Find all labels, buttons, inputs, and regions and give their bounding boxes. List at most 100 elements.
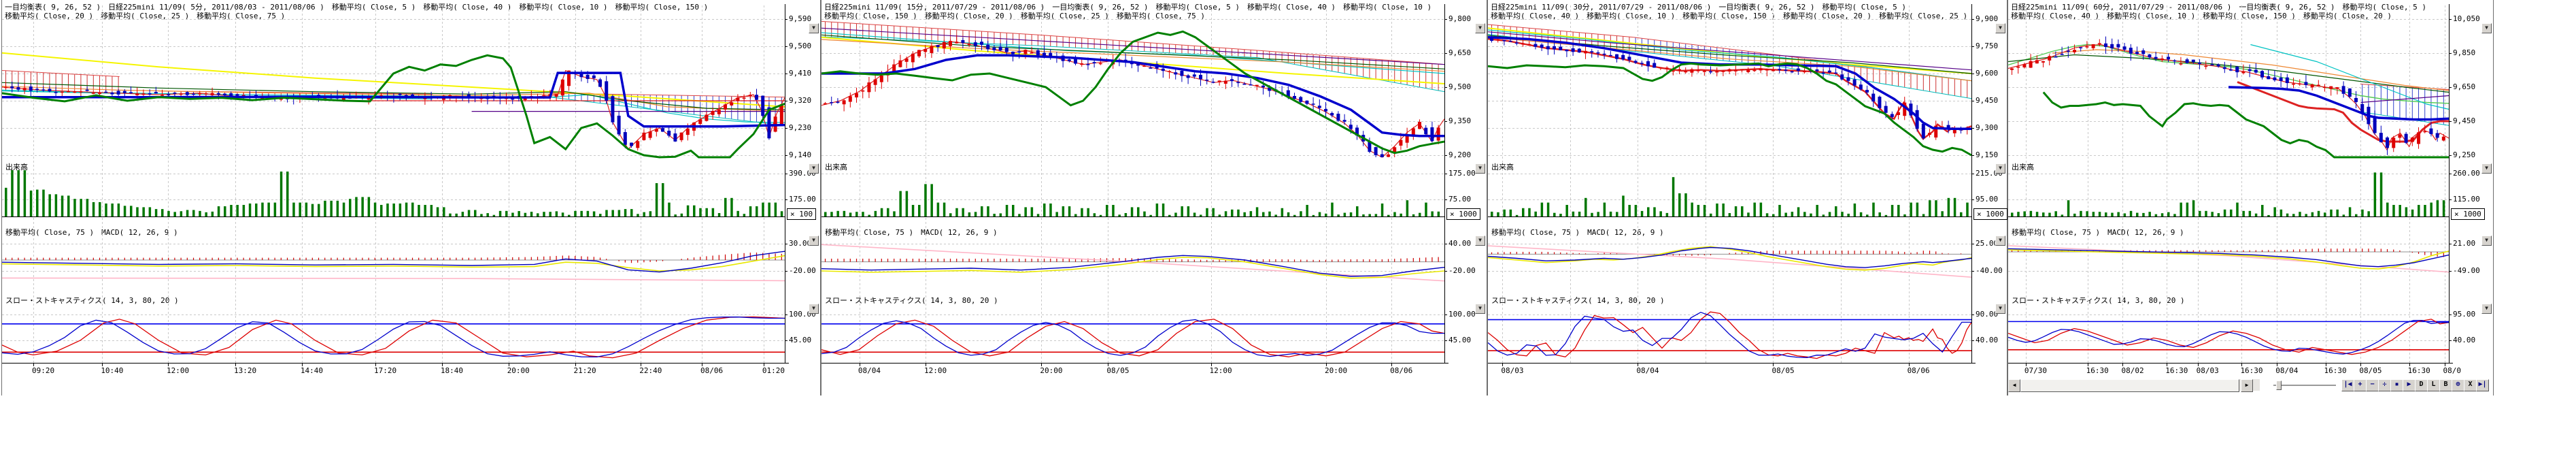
- chart-tool-button-5[interactable]: ▶: [2403, 379, 2416, 391]
- x-axis-label: 21:20: [574, 367, 596, 375]
- x-axis-label: 01:20: [762, 367, 785, 375]
- x-axis-label: 08/06: [700, 367, 723, 375]
- scrollbar-thumb[interactable]: [2020, 379, 2239, 392]
- collapse-pane-button[interactable]: ▼: [1475, 163, 1485, 174]
- pane-frames: [1488, 4, 1976, 366]
- x-axis-label: 08/04: [2275, 367, 2298, 375]
- price-axis-label: 9,750: [1976, 42, 1998, 50]
- price-axis-label: 9,500: [789, 42, 811, 50]
- scroll-left-button[interactable]: ◀: [2008, 379, 2020, 392]
- x-axis-label: 12:00: [924, 367, 947, 375]
- chart-tool-button-9[interactable]: ⊕: [2452, 379, 2464, 391]
- volume-axis-label: 95.00: [1976, 195, 1998, 204]
- volume-bars: [2011, 172, 2445, 216]
- x-axis-label: 09:20: [32, 367, 54, 375]
- price-axis-label: 9,320: [789, 97, 811, 105]
- collapse-pane-button[interactable]: ▼: [2481, 304, 2492, 314]
- chart-tool-button-10[interactable]: X: [2464, 379, 2477, 391]
- x-axis-label: 13:20: [234, 367, 256, 375]
- chart-plot-area[interactable]: [821, 0, 1487, 378]
- chart-plot-area[interactable]: [2008, 0, 2493, 378]
- x-axis-label: 08/05: [2359, 367, 2382, 375]
- macd-pane-series: [1488, 246, 1971, 277]
- x-axis-label: 16:30: [2324, 367, 2347, 375]
- chart-plot-area[interactable]: [2, 0, 820, 378]
- zoom-slider-handle[interactable]: [2276, 381, 2282, 390]
- pane-frames: [2008, 4, 2453, 366]
- chart-tool-button-1[interactable]: +: [2354, 379, 2367, 391]
- chart-window-60min: 日経225mini 11/09( 60分, 2011/07/29 - 2011/…: [2007, 0, 2494, 396]
- chart-tool-button-7[interactable]: L: [2427, 379, 2440, 391]
- collapse-pane-button[interactable]: ▼: [809, 304, 819, 314]
- stoch-axis-label: 95.00: [2453, 310, 2475, 319]
- stoch-axis-label: 40.00: [1976, 336, 1998, 344]
- price-axis-label: 9,800: [1448, 15, 1471, 23]
- volume-axis-label: 75.00: [1448, 195, 1471, 204]
- chart-tool-button-4[interactable]: ▪: [2390, 379, 2403, 391]
- collapse-pane-button[interactable]: ▼: [2481, 163, 2492, 174]
- volume-bars: [824, 184, 1440, 216]
- x-axis-label: 12:00: [167, 367, 189, 375]
- chart-window-30min: 日経225mini 11/09( 30分, 2011/07/29 - 2011/…: [1487, 0, 2007, 396]
- price-axis-label: 9,150: [1976, 151, 1998, 159]
- price-axis-label: 9,230: [789, 124, 811, 132]
- macd-pane-series: [2008, 246, 2449, 272]
- macd-axis-label: 21.00: [2453, 240, 2475, 248]
- collapse-pane-button[interactable]: ▼: [1475, 304, 1485, 314]
- price-axis-label: 9,900: [1976, 15, 1998, 23]
- stochastics-pane-series: [2, 317, 785, 358]
- pane-frames: [821, 4, 1448, 366]
- collapse-pane-button[interactable]: ▼: [809, 163, 819, 174]
- stoch-axis-label: 40.00: [2453, 336, 2475, 344]
- lagging-span-line: [821, 31, 1444, 152]
- collapse-pane-button[interactable]: ▼: [1475, 236, 1485, 246]
- collapse-pane-button[interactable]: ▼: [809, 23, 819, 33]
- collapse-pane-button[interactable]: ▼: [1475, 23, 1485, 33]
- collapse-pane-button[interactable]: ▼: [1995, 163, 2005, 174]
- x-axis-label: 08/06: [1390, 367, 1412, 375]
- collapse-pane-button[interactable]: ▼: [1995, 304, 2005, 314]
- macd-axis-label: -20.00: [1448, 267, 1476, 275]
- collapse-pane-button[interactable]: ▼: [809, 236, 819, 246]
- collapse-pane-button[interactable]: ▼: [1995, 23, 2005, 33]
- chart-tool-button-2[interactable]: −: [2366, 379, 2379, 391]
- collapse-pane-button[interactable]: ▼: [2481, 236, 2492, 246]
- chart-tool-button-3[interactable]: ✛: [2378, 379, 2391, 391]
- price-axis-label: 9,410: [789, 69, 811, 78]
- stochastics-pane-series: [821, 319, 1444, 357]
- macd-pane-series: [2, 251, 785, 280]
- horizontal-scrollbar[interactable]: ◀ ▶: [2008, 379, 2260, 391]
- chart-tool-button-6[interactable]: D: [2415, 379, 2428, 391]
- moving-average-lines: [821, 28, 1444, 157]
- macd-histogram: [6, 253, 782, 263]
- chart-tool-button-11[interactable]: ▶|: [2476, 379, 2489, 391]
- price-axis-label: 9,650: [1448, 49, 1471, 57]
- scroll-right-button[interactable]: ▶: [2241, 379, 2253, 392]
- x-axis-label: 16:30: [2240, 367, 2263, 375]
- chart-tool-button-8[interactable]: B: [2439, 379, 2452, 391]
- chart-tool-button-0[interactable]: |◀: [2341, 379, 2354, 391]
- volume-axis-label: 115.00: [2453, 195, 2480, 204]
- macd-axis-label: -40.00: [1976, 267, 2003, 275]
- gridlines: [2008, 5, 2449, 363]
- x-axis-label: 16:30: [2086, 367, 2109, 375]
- volume-bars: [1491, 177, 1969, 216]
- price-axis-label: 9,200: [1448, 151, 1471, 159]
- pane-frames: [2, 4, 789, 366]
- x-axis-label: 16:30: [2408, 367, 2430, 375]
- lagging-span-line: [2, 55, 785, 157]
- collapse-pane-button[interactable]: ▼: [2481, 23, 2492, 33]
- macd-axis-label: 40.00: [1448, 240, 1471, 248]
- x-axis-label: 20:00: [1040, 367, 1062, 375]
- x-axis-label: 08/04: [858, 367, 881, 375]
- stochastics-pane-series: [2008, 319, 2449, 355]
- volume-bars: [5, 170, 783, 216]
- price-axis-label: 10,050: [2453, 15, 2480, 23]
- macd-axis-label: -49.00: [2453, 267, 2480, 275]
- chart-plot-area[interactable]: [1488, 0, 2007, 378]
- zoom-slider[interactable]: [2273, 385, 2336, 387]
- volume-axis-label: 175.00: [789, 195, 816, 204]
- price-axis-label: 9,140: [789, 151, 811, 159]
- price-axis-label: 9,500: [1448, 83, 1471, 91]
- collapse-pane-button[interactable]: ▼: [1995, 236, 2005, 246]
